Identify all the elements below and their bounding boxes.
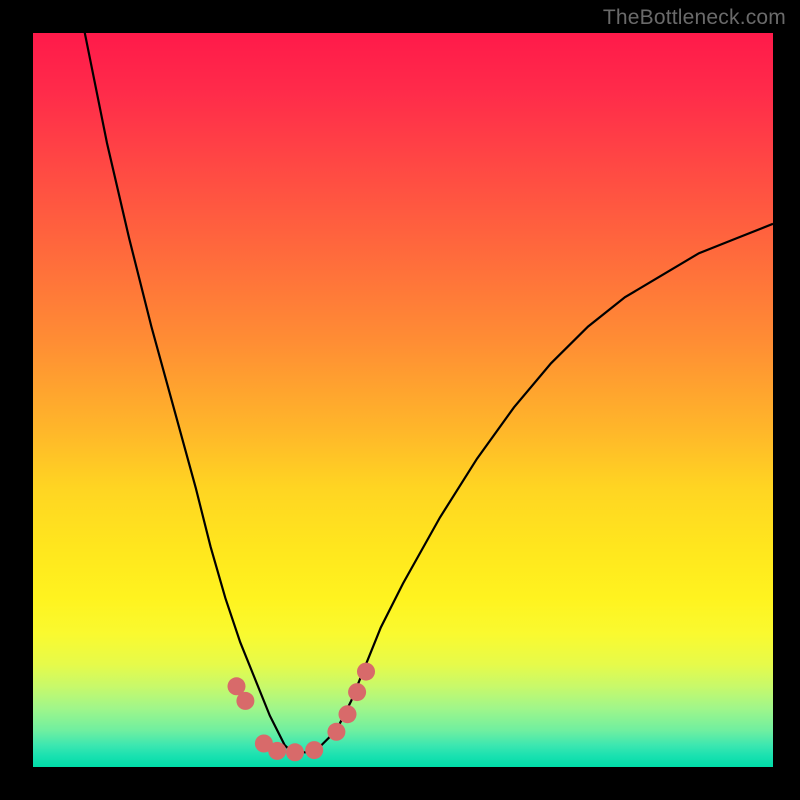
bottleneck-curve: [70, 33, 773, 752]
curve-markers: [228, 663, 376, 762]
curve-marker: [348, 683, 366, 701]
curve-marker: [286, 743, 304, 761]
curve-marker: [357, 663, 375, 681]
curve-marker: [236, 692, 254, 710]
curve-marker: [327, 723, 345, 741]
curve-marker: [268, 742, 286, 760]
curve-marker: [305, 741, 323, 759]
curve-marker: [339, 705, 357, 723]
bottleneck-curve-svg: [33, 33, 773, 767]
watermark-text: TheBottleneck.com: [603, 6, 786, 30]
chart-frame: TheBottleneck.com: [0, 0, 800, 800]
plot-area: [33, 33, 773, 767]
